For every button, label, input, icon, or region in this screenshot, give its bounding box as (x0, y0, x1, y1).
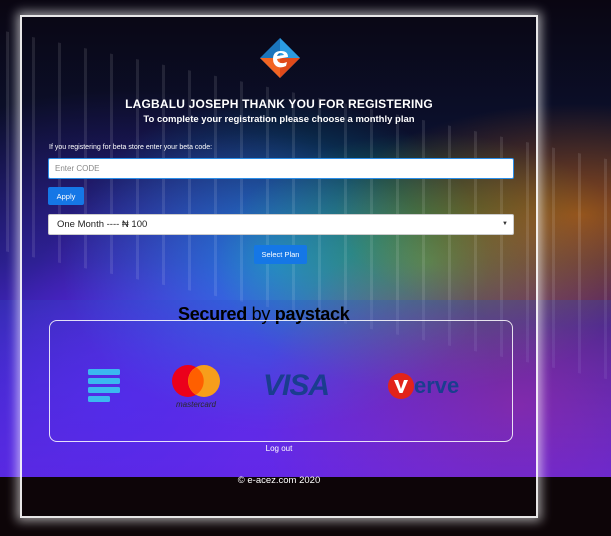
copyright-text: © e-acez.com 2020 (237, 475, 321, 486)
visa-logo: VISA (263, 369, 330, 402)
chevron-down-icon: ▼ (502, 221, 508, 227)
paystack-icon (88, 369, 120, 402)
payment-methods-box: mastercard VISA erve (49, 320, 513, 442)
plan-select[interactable]: One Month ---- ₦ 100 ▼ (48, 214, 514, 235)
select-plan-button[interactable]: Select Plan (254, 245, 307, 264)
page-title: LAGBALU JOSEPH THANK YOU FOR REGISTERING (125, 97, 433, 111)
mastercard-text: mastercard (175, 400, 216, 409)
plan-select-value: One Month ---- ₦ 100 (57, 219, 148, 230)
brand-logo (260, 38, 300, 78)
logout-link[interactable]: Log out (20, 444, 538, 453)
beta-code-input[interactable] (48, 158, 514, 179)
mastercard-icon (172, 365, 220, 397)
verve-logo: erve (388, 373, 459, 403)
registration-card (20, 15, 538, 518)
beta-code-label: If you registering for beta store enter … (49, 144, 213, 151)
verve-v-icon (388, 373, 414, 399)
mastercard-logo: mastercard (166, 363, 226, 413)
verve-text: erve (414, 373, 460, 398)
apply-button[interactable]: Apply (48, 187, 84, 205)
page-subtitle: To complete your registration please cho… (143, 114, 415, 125)
